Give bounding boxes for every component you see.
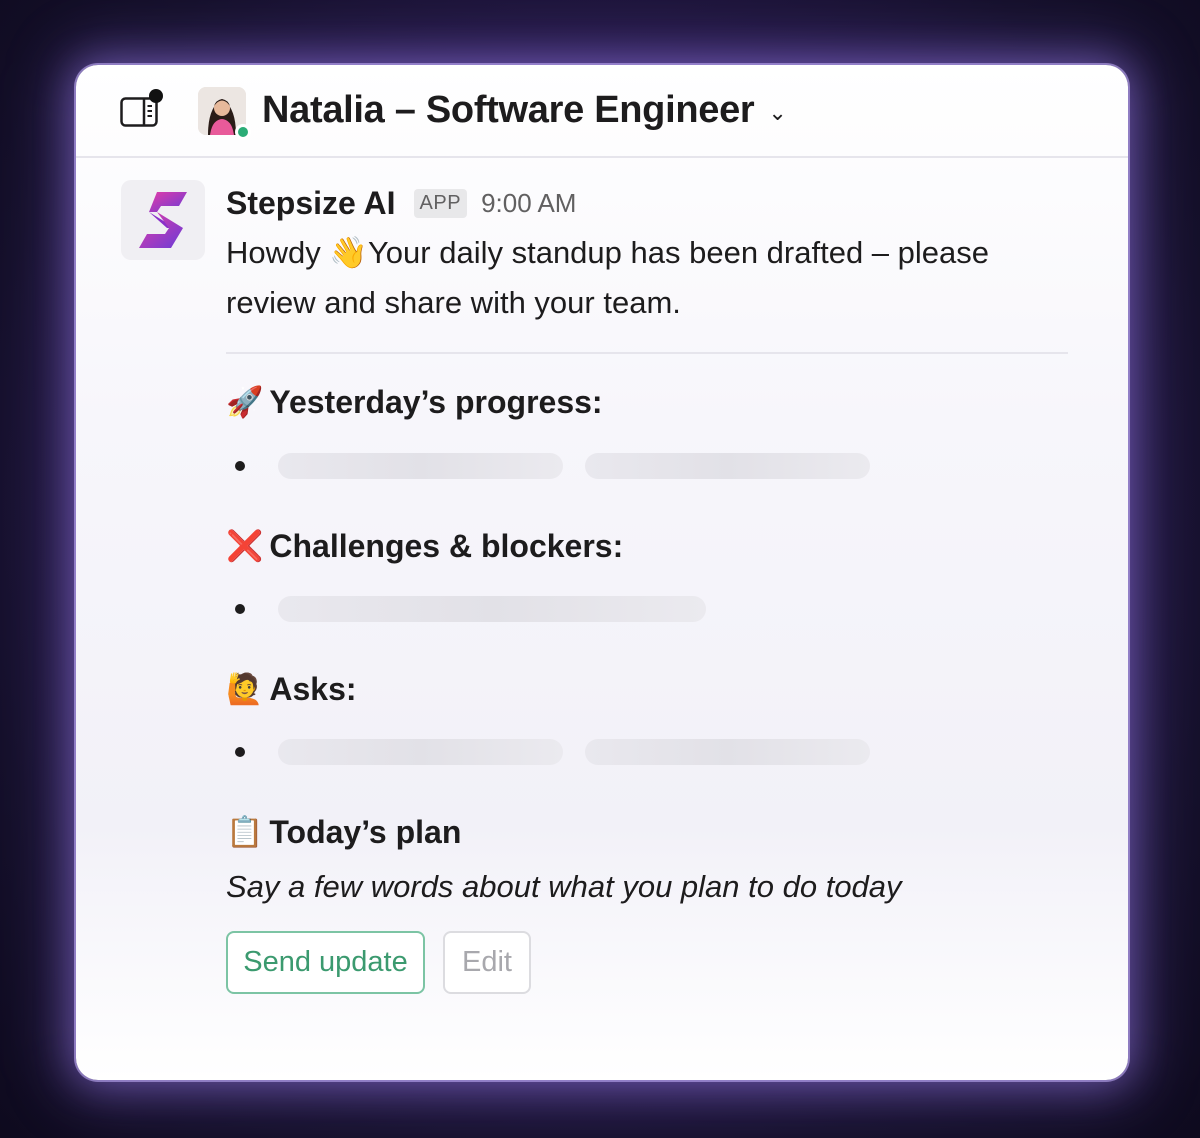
bullet [235,461,245,471]
sender-name[interactable]: Stepsize AI [226,185,396,222]
section-yesterday-label: Yesterday’s progress: [269,384,603,420]
today-plan-placeholder[interactable]: Say a few words about what you plan to d… [226,869,1086,905]
section-today-label: Today’s plan [269,814,462,850]
channel-header: Natalia – Software Engineer ⌄ [76,65,1128,158]
bullet [235,604,245,614]
send-update-button[interactable]: Send update [226,931,425,994]
section-asks-title: 🙋 Asks: [226,671,1086,708]
action-buttons: Send update Edit [226,931,1086,994]
message-text: Howdy 👋Your daily standup has been draft… [226,235,990,320]
message-timestamp[interactable]: 9:00 AM [481,188,576,219]
message-header: Stepsize AI APP 9:00 AM [226,183,1086,223]
section-yesterday-title: 🚀 Yesterday’s progress: [226,384,1086,421]
app-badge: APP [413,188,468,218]
presence-indicator [235,123,251,140]
section-today-title: 📋 Today’s plan [226,814,1086,851]
skeleton-placeholder [278,596,706,622]
skeleton-placeholder [585,453,870,479]
message-window: Natalia – Software Engineer ⌄ Stepsize A… [76,65,1128,1080]
chevron-down-icon[interactable]: ⌄ [768,100,786,126]
stepsize-logo-icon [139,192,187,248]
cross-mark-icon: ❌ [226,530,264,563]
skeleton-placeholder [278,739,563,765]
user-avatar[interactable] [198,86,251,140]
channel-title[interactable]: Natalia – Software Engineer [262,89,755,132]
app-avatar[interactable] [121,180,205,260]
list-item [226,737,1086,767]
edit-button[interactable]: Edit [443,931,531,994]
clipboard-icon: 📋 [226,816,264,849]
rocket-icon: 🚀 [226,386,264,419]
list-item [226,594,1086,624]
skeleton-placeholder [278,453,563,479]
sidebar-toggle-button[interactable] [120,88,163,131]
section-asks-label: Asks: [269,671,357,707]
bullet [235,747,245,757]
message-body: Stepsize AI APP 9:00 AM Howdy 👋Your dail… [226,183,1086,994]
section-challenges-title: ❌ Challenges & blockers: [226,528,1086,565]
section-challenges-label: Challenges & blockers: [269,528,624,564]
skeleton-placeholder [585,739,870,765]
raising-hand-icon: 🙋 [226,673,264,706]
notification-dot [149,88,163,103]
divider [226,352,1068,354]
list-item [226,451,1086,481]
